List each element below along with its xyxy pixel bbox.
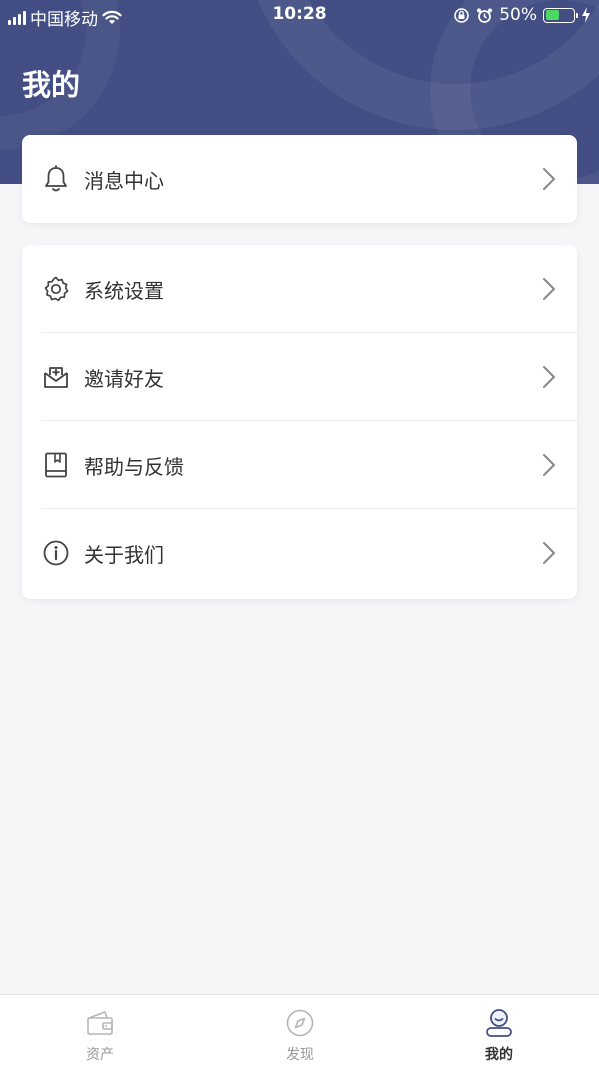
- tab-assets[interactable]: 资产: [0, 995, 200, 1066]
- book-icon: [42, 451, 70, 479]
- charging-icon: [582, 7, 590, 23]
- tab-label: 发现: [286, 1047, 314, 1063]
- info-icon: [42, 539, 70, 567]
- alarm-icon: [477, 8, 493, 23]
- chevron-right-icon: [543, 168, 555, 190]
- menu-item-settings[interactable]: 系统设置: [22, 245, 577, 333]
- menu-item-label: 系统设置: [84, 278, 164, 303]
- tab-bar: 资产 发现 我的: [0, 994, 599, 1066]
- rotation-lock-icon: [454, 7, 470, 23]
- menu-card: 系统设置 邀请好友 帮助与反馈 关于我们: [22, 245, 577, 599]
- menu-item-about-us[interactable]: 关于我们: [22, 509, 577, 597]
- battery-icon: [543, 7, 578, 23]
- wallet-icon: [87, 1011, 113, 1035]
- chevron-right-icon: [543, 366, 555, 388]
- message-card: 消息中心: [22, 135, 577, 223]
- menu-item-help-feedback[interactable]: 帮助与反馈: [22, 421, 577, 509]
- chevron-right-icon: [543, 454, 555, 476]
- battery-percent: 50%: [499, 5, 537, 25]
- menu-item-label: 邀请好友: [84, 366, 164, 391]
- tab-label: 我的: [485, 1047, 513, 1063]
- menu-item-label: 消息中心: [84, 168, 164, 193]
- profile-icon: [486, 1009, 512, 1037]
- status-bar: 中国移动 10:28 50%: [0, 0, 599, 30]
- chevron-right-icon: [543, 542, 555, 564]
- compass-icon: [286, 1009, 314, 1037]
- page-title: 我的: [22, 68, 81, 102]
- menu-item-message-center[interactable]: 消息中心: [22, 135, 577, 223]
- tab-mine[interactable]: 我的: [399, 995, 599, 1066]
- menu-item-invite-friends[interactable]: 邀请好友: [22, 333, 577, 421]
- chevron-right-icon: [543, 278, 555, 300]
- invite-icon: [42, 363, 70, 391]
- menu-item-label: 帮助与反馈: [84, 454, 184, 479]
- menu-item-label: 关于我们: [84, 542, 164, 567]
- gear-icon: [42, 275, 70, 303]
- bell-icon: [42, 165, 70, 193]
- tab-discover[interactable]: 发现: [200, 995, 400, 1066]
- tab-label: 资产: [86, 1047, 114, 1063]
